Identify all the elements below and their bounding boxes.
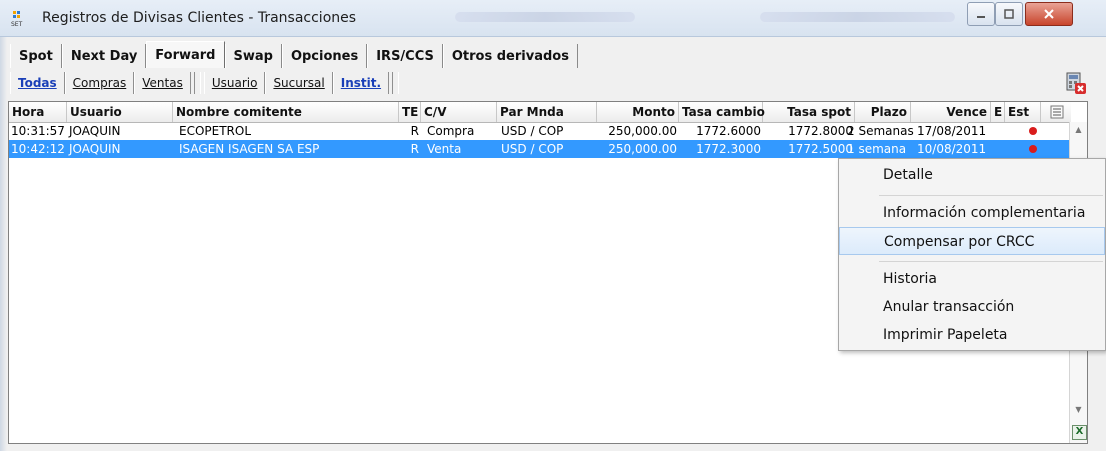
filter-toolbar: Todas Compras Ventas Usuario Sucursal In… — [10, 70, 1088, 96]
filter-ventas-button[interactable]: Ventas — [134, 72, 191, 94]
cell-tasa-spot: 1772.5000 — [788, 142, 853, 156]
cell-hora: 10:31:57 — [11, 124, 65, 138]
column-header-nombre-comitente[interactable]: Nombre comitente — [173, 102, 399, 122]
blurred-titlebar-info-1 — [455, 12, 635, 22]
cell-plazo: 1 semana — [847, 142, 907, 156]
svg-text:SET: SET — [11, 21, 23, 28]
menu-separator — [879, 195, 1103, 196]
column-header-vence[interactable]: Vence — [911, 102, 991, 122]
cell-te: R — [410, 124, 419, 138]
tab-forward[interactable]: Forward — [146, 41, 225, 68]
cell-par-mnda: USD / COP — [501, 142, 564, 156]
cell-nombre-comitente: ISAGEN ISAGEN SA ESP — [179, 142, 320, 156]
minimize-icon — [977, 16, 985, 18]
cell-hora: 10:42:12 — [11, 142, 65, 156]
maximize-icon — [1004, 9, 1014, 19]
tab-strip: Spot Next Day Forward Swap Opciones IRS/… — [10, 41, 578, 68]
scroll-down-icon[interactable]: ▼ — [1071, 402, 1086, 418]
toolbar-separator — [193, 72, 201, 94]
column-header-usuario[interactable]: Usuario — [67, 102, 173, 122]
column-header-cv[interactable]: C/V — [421, 102, 497, 122]
cell-cv: Venta — [427, 142, 462, 156]
column-header-tasa-cambio[interactable]: Tasa cambio — [679, 102, 765, 122]
tab-otros-derivados[interactable]: Otros derivados — [442, 44, 578, 68]
table-row[interactable]: 10:31:57 JOAQUIN ECOPETROL R Compra USD … — [9, 122, 1071, 140]
column-header-par-mnda[interactable]: Par Mnda — [497, 102, 597, 122]
filter-usuario-button[interactable]: Usuario — [203, 72, 266, 94]
tab-spot[interactable]: Spot — [10, 44, 62, 68]
menu-item-informacion-complementaria[interactable]: Información complementaria — [839, 199, 1105, 227]
cell-nombre-comitente: ECOPETROL — [179, 124, 252, 138]
app-window: SET Registros de Divisas Clientes - Tran… — [0, 0, 1106, 451]
close-button[interactable] — [1025, 2, 1073, 26]
minimize-button[interactable] — [967, 2, 995, 26]
filter-todas-button[interactable]: Todas — [10, 72, 65, 94]
grid-header: Hora Usuario Nombre comitente TE C/V Par… — [9, 102, 1071, 123]
title-bar: SET Registros de Divisas Clientes - Tran… — [0, 0, 1106, 37]
filter-sucursal-button[interactable]: Sucursal — [265, 72, 333, 94]
status-dot — [1029, 145, 1037, 153]
menu-item-imprimir-papeleta[interactable]: Imprimir Papeleta — [839, 321, 1105, 349]
cell-tasa-spot: 1772.8000 — [788, 124, 853, 138]
window-left-border — [0, 0, 7, 451]
cell-monto: 250,000.00 — [608, 124, 677, 138]
cell-usuario: JOAQUIN — [69, 142, 121, 156]
close-icon — [1044, 9, 1054, 19]
menu-item-detalle[interactable]: Detalle — [839, 161, 1105, 189]
app-logo-icon: SET — [11, 11, 23, 28]
tab-irs-ccs[interactable]: IRS/CCS — [367, 44, 443, 68]
column-header-est[interactable]: Est — [1005, 102, 1041, 122]
column-header-tasa-spot[interactable]: Tasa spot — [763, 102, 855, 122]
cell-par-mnda: USD / COP — [501, 124, 564, 138]
calculator-refresh-icon[interactable] — [1064, 71, 1088, 95]
column-header-monto[interactable]: Monto — [597, 102, 679, 122]
column-header-e[interactable]: E — [991, 102, 1005, 122]
column-header-te[interactable]: TE — [399, 102, 421, 122]
scroll-up-icon[interactable]: ▲ — [1071, 122, 1086, 138]
tab-opciones[interactable]: Opciones — [281, 44, 368, 68]
table-row-selected[interactable]: 10:42:12 JOAQUIN ISAGEN ISAGEN SA ESP R … — [9, 140, 1071, 158]
cell-te: R — [410, 142, 419, 156]
window-title: Registros de Divisas Clientes - Transacc… — [42, 10, 357, 26]
cell-plazo: 2 Semanas — [847, 124, 914, 138]
cell-tasa-cambio: 1772.3000 — [696, 142, 761, 156]
maximize-button[interactable] — [995, 2, 1023, 26]
tab-next-day[interactable]: Next Day — [61, 44, 147, 68]
toolbar-separator — [392, 72, 400, 94]
menu-item-compensar-por-crcc[interactable]: Compensar por CRCC — [839, 227, 1105, 255]
cell-tasa-cambio: 1772.6000 — [696, 124, 761, 138]
menu-separator — [879, 261, 1103, 262]
context-menu: Detalle Información complementaria Compe… — [838, 158, 1106, 351]
cell-vence: 17/08/2011 — [917, 124, 987, 138]
cell-vence: 10/08/2011 — [917, 142, 987, 156]
cell-cv: Compra — [427, 124, 475, 138]
excel-export-icon[interactable]: X — [1072, 425, 1087, 440]
filter-compras-button[interactable]: Compras — [64, 72, 135, 94]
cell-usuario: JOAQUIN — [69, 124, 121, 138]
column-header-plazo[interactable]: Plazo — [855, 102, 911, 122]
blurred-titlebar-info-2 — [760, 12, 955, 22]
menu-item-historia[interactable]: Historia — [839, 265, 1105, 293]
menu-item-anular-transaccion[interactable]: Anular transacción — [839, 293, 1105, 321]
filter-instit-button[interactable]: Instit. — [332, 72, 390, 94]
cell-monto: 250,000.00 — [608, 142, 677, 156]
column-chooser-icon[interactable] — [1050, 105, 1064, 119]
column-header-hora[interactable]: Hora — [9, 102, 67, 122]
tab-swap[interactable]: Swap — [224, 44, 282, 68]
status-dot — [1029, 127, 1037, 135]
